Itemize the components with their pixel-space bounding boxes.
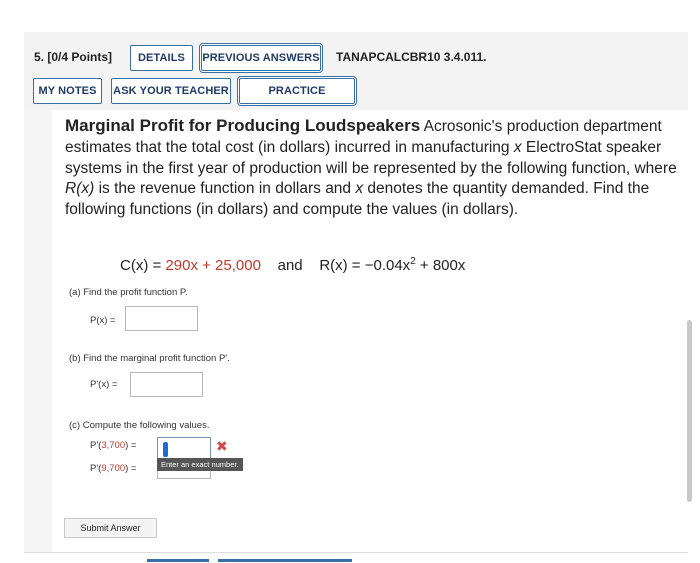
part-a-prompt: (a) Find the profit function P.	[69, 287, 188, 298]
incorrect-icon: ✖	[216, 438, 228, 454]
problem-title: Marginal Profit for Producing Loudspeake…	[65, 116, 421, 135]
label-text: P'(	[90, 440, 102, 451]
part-b-prompt: (b) Find the marginal profit function P'…	[69, 353, 230, 364]
details-button[interactable]: DETAILS	[130, 45, 193, 71]
given-functions: C(x) = 290x + 25,000 and R(x) = −0.04x2 …	[120, 256, 465, 274]
part-b-label: P'(x) =	[90, 379, 118, 390]
submit-answer-button[interactable]: Submit Answer	[64, 518, 157, 538]
marginal-profit-input[interactable]	[130, 372, 203, 397]
revenue-function-tail: + 800x	[415, 257, 466, 274]
problem-text: is the revenue function in dollars and	[94, 180, 356, 198]
text-cursor	[163, 442, 168, 457]
part-c-prompt: (c) Compute the following values.	[69, 420, 210, 431]
part-c-label-2: P'(9,700) =	[90, 463, 136, 474]
practice-another-button[interactable]: PRACTICE ANOTHER	[239, 78, 355, 121]
ask-your-teacher-button[interactable]: ASK YOUR TEACHER	[111, 78, 231, 104]
marginal-profit-3700-input[interactable]	[157, 437, 211, 459]
variable-rx: R(x)	[65, 180, 95, 198]
label-text: P'(	[90, 463, 102, 474]
cost-function-lhs: C(x) =	[120, 257, 166, 274]
scrollbar[interactable]	[687, 320, 692, 502]
input-tooltip: Enter an exact number.	[157, 458, 243, 471]
previous-answers-button[interactable]: PREVIOUS ANSWERS	[201, 45, 321, 71]
variable-x: x	[355, 180, 364, 198]
divider	[24, 552, 688, 553]
variable-x: x	[513, 138, 522, 156]
and-text: and	[277, 257, 303, 274]
part-a-label: P(x) =	[90, 315, 116, 326]
label-value: 9,700	[101, 463, 126, 474]
bottom-tab-indicator	[147, 559, 209, 562]
label-text: ) =	[125, 440, 137, 451]
label-value: 3,700	[101, 440, 126, 451]
revenue-function-lhs: R(x) = −0.04x	[319, 257, 411, 274]
question-number: 5. [0/4 Points]	[34, 50, 113, 64]
cost-function-rhs: 290x + 25,000	[165, 257, 261, 274]
part-c-label-1: P'(3,700) =	[90, 440, 136, 451]
bottom-tab-indicator	[218, 559, 352, 562]
label-text: ) =	[125, 463, 137, 474]
problem-statement: Marginal Profit for Producing Loudspeake…	[65, 116, 680, 221]
profit-function-input[interactable]	[125, 306, 198, 331]
my-notes-button[interactable]: MY NOTES	[33, 78, 102, 104]
question-code: TANAPCALCBR10 3.4.011.	[336, 50, 487, 64]
marginal-profit-9700-input[interactable]	[157, 471, 211, 479]
